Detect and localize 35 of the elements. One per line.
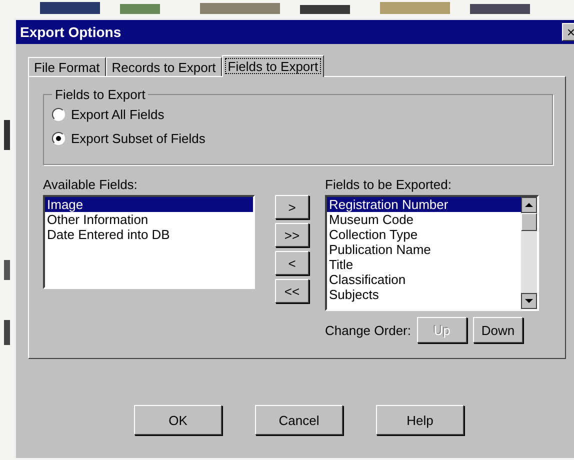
- dialog-button[interactable]: OK: [134, 405, 222, 435]
- list-item[interactable]: Image: [45, 197, 253, 212]
- move-button[interactable]: <: [275, 251, 309, 275]
- radio-button[interactable]: [52, 108, 65, 120]
- list-label: Fields to be Exported:: [325, 177, 452, 193]
- group-title: Fields to Export: [54, 87, 146, 102]
- dialog-button[interactable]: Cancel: [255, 405, 343, 435]
- tab[interactable]: Records to Export: [106, 57, 222, 76]
- list-item[interactable]: Museum Code: [327, 212, 521, 227]
- scroll-thumb[interactable]: [521, 213, 537, 231]
- order-button[interactable]: Down: [473, 317, 523, 343]
- move-button[interactable]: >: [275, 195, 309, 219]
- radio-label: Export Subset of Fields: [71, 130, 206, 146]
- list-item[interactable]: Date Entered into DB: [45, 227, 253, 242]
- window-title: Export Options: [20, 24, 122, 40]
- list-item[interactable]: Classification: [327, 272, 521, 287]
- change-order-label: Change Order:: [325, 322, 411, 338]
- list-item[interactable]: Subjects: [327, 287, 521, 302]
- dialog-button[interactable]: Help: [376, 405, 464, 435]
- move-button[interactable]: <<: [275, 279, 309, 303]
- list-item[interactable]: Collection Type: [327, 227, 521, 242]
- list-label: Available Fields:: [43, 177, 138, 193]
- scrollbar[interactable]: [521, 197, 537, 309]
- close-button[interactable]: ×: [562, 23, 574, 41]
- list-item[interactable]: Publication Name: [327, 242, 521, 257]
- tab[interactable]: Fields to Export: [222, 55, 324, 77]
- radio-button[interactable]: [52, 132, 65, 144]
- scroll-up-icon[interactable]: [521, 197, 537, 213]
- list-item[interactable]: Registration Number: [327, 197, 521, 212]
- radio-label: Export All Fields: [71, 106, 164, 122]
- tab[interactable]: File Format: [28, 57, 106, 76]
- list-item[interactable]: Other Information: [45, 212, 253, 227]
- list-item[interactable]: Title: [327, 257, 521, 272]
- move-button[interactable]: >>: [275, 223, 309, 247]
- scroll-down-icon[interactable]: [521, 293, 537, 309]
